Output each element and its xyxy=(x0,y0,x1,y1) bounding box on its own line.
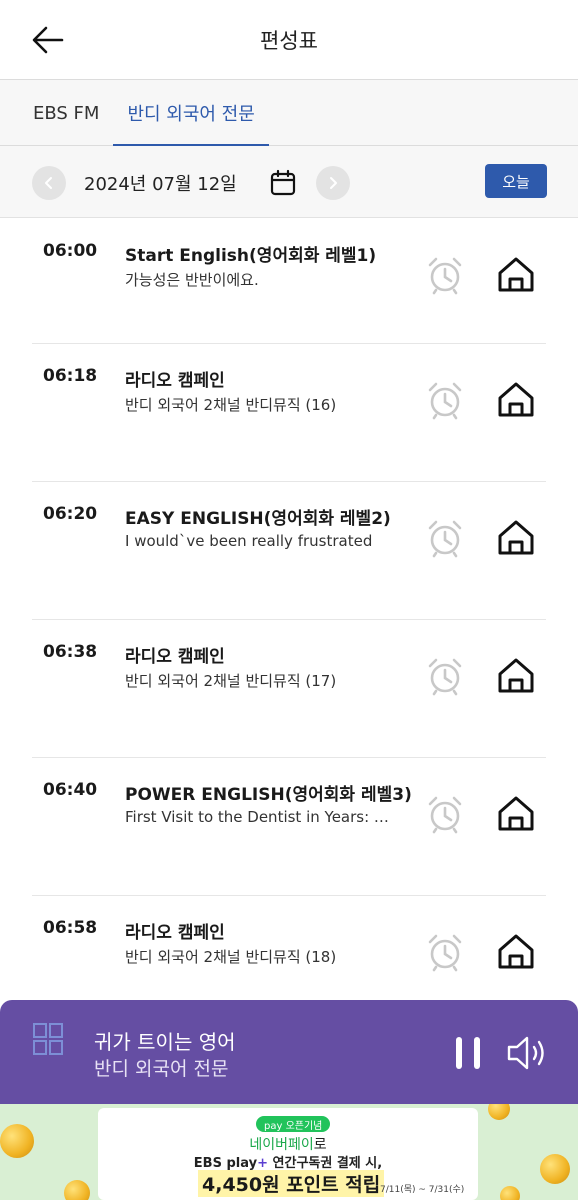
back-button[interactable] xyxy=(28,20,68,60)
next-date-button[interactable] xyxy=(316,166,350,200)
program-home-button[interactable] xyxy=(496,794,536,834)
program-home-button[interactable] xyxy=(496,255,536,295)
home-icon xyxy=(498,382,534,417)
program-schedule-list: 06:00 Start English(영어회화 레벨1) 가능성은 반반이에요… xyxy=(0,219,578,1034)
program-row[interactable]: 06:18 라디오 캠페인 반디 외국어 2채널 반디뮤직 (16) xyxy=(32,344,546,482)
page-title: 편성표 xyxy=(260,28,318,53)
selected-date: 2024년 07월 12일 xyxy=(84,174,237,195)
program-episode: 반디 외국어 2채널 반디뮤직 (18) xyxy=(125,948,337,966)
alarm-button[interactable] xyxy=(425,656,465,696)
channel-logo-icon xyxy=(33,1023,63,1055)
tab-ebs-fm[interactable]: EBS FM xyxy=(19,80,113,146)
naverpay-text: 네이버페이 xyxy=(249,1137,314,1153)
previous-date-button[interactable] xyxy=(32,166,66,200)
program-episode: I would`ve been really frustrated xyxy=(125,532,373,550)
mini-player[interactable]: 귀가 트이는 영어 반디 외국어 전문 xyxy=(0,1000,578,1104)
program-episode: 반디 외국어 2채널 반디뮤직 (16) xyxy=(125,396,337,414)
alarm-clock-icon xyxy=(428,934,462,972)
coin-decoration xyxy=(500,1186,520,1200)
home-icon xyxy=(498,520,534,555)
alarm-clock-icon xyxy=(428,520,462,558)
ad-period: 7/11(목) ~ 7/31(수) xyxy=(380,1185,465,1195)
ad-line-2: EBS play+ 연간구독권 결제 시, xyxy=(98,1152,478,1171)
calendar-icon xyxy=(270,169,296,196)
program-title: 라디오 캠페인 xyxy=(125,923,225,943)
coin-decoration xyxy=(64,1180,90,1200)
program-title: 라디오 캠페인 xyxy=(125,371,225,391)
program-title: Start English(영어회화 레벨1) xyxy=(125,246,377,266)
plus-mark: + xyxy=(257,1156,268,1171)
home-icon xyxy=(498,658,534,693)
ad-banner[interactable]: pay 오픈기념 네이버페이로 EBS play+ 연간구독권 결제 시, 4,… xyxy=(0,1104,578,1200)
program-episode: 반디 외국어 2채널 반디뮤직 (17) xyxy=(125,672,337,690)
chevron-left-icon xyxy=(45,177,52,189)
pause-icon xyxy=(456,1037,480,1069)
ebs-play-brand: EBS play xyxy=(193,1156,258,1171)
alarm-clock-icon xyxy=(428,796,462,834)
alarm-clock-icon xyxy=(428,658,462,696)
program-episode: First Visit to the Dentist in Years: M..… xyxy=(125,808,400,826)
program-row[interactable]: 06:00 Start English(영어회화 레벨1) 가능성은 반반이에요… xyxy=(32,219,546,344)
coin-decoration xyxy=(0,1124,34,1158)
alarm-button[interactable] xyxy=(425,255,465,295)
program-row[interactable]: 06:40 POWER ENGLISH(영어회화 레벨3) First Visi… xyxy=(32,758,546,896)
channel-tabs: EBS FM 반디 외국어 전문 xyxy=(0,80,578,147)
program-episode: 가능성은 반반이에요. xyxy=(125,271,259,289)
home-icon xyxy=(498,257,534,292)
home-icon xyxy=(498,796,534,831)
program-time: 06:00 xyxy=(43,241,98,261)
chevron-right-icon xyxy=(330,177,337,189)
program-row[interactable]: 06:38 라디오 캠페인 반디 외국어 2채널 반디뮤직 (17) xyxy=(32,620,546,758)
today-button[interactable]: 오늘 xyxy=(485,164,547,198)
volume-button[interactable] xyxy=(506,1034,550,1072)
program-time: 06:40 xyxy=(43,780,98,800)
alarm-button[interactable] xyxy=(425,932,465,972)
pause-button[interactable] xyxy=(452,1034,486,1072)
program-title: 라디오 캠페인 xyxy=(125,647,225,667)
tab-bandi-foreign-language[interactable]: 반디 외국어 전문 xyxy=(113,80,270,147)
alarm-clock-icon xyxy=(428,257,462,295)
ad-line-1: 네이버페이로 xyxy=(98,1134,478,1154)
alarm-button[interactable] xyxy=(425,794,465,834)
ad-card: pay 오픈기념 네이버페이로 EBS play+ 연간구독권 결제 시, 4,… xyxy=(98,1108,478,1200)
volume-icon xyxy=(507,1036,544,1070)
npay-badge: pay 오픈기념 xyxy=(256,1116,331,1132)
now-playing-channel: 반디 외국어 전문 xyxy=(94,1058,229,1080)
coin-decoration xyxy=(488,1104,510,1120)
program-time: 06:18 xyxy=(43,366,98,386)
ad-line-1-rest: 로 xyxy=(313,1137,327,1153)
coin-decoration xyxy=(540,1154,570,1184)
home-icon xyxy=(498,934,534,969)
arrow-left-icon xyxy=(32,26,64,54)
program-home-button[interactable] xyxy=(496,380,536,420)
alarm-button[interactable] xyxy=(425,380,465,420)
program-home-button[interactable] xyxy=(496,518,536,558)
program-home-button[interactable] xyxy=(496,932,536,972)
program-row[interactable]: 06:20 EASY ENGLISH(영어회화 레벨2) I would`ve … xyxy=(32,482,546,620)
program-time: 06:20 xyxy=(43,504,98,524)
ad-point-offer: 4,450원 포인트 적립 xyxy=(198,1170,385,1197)
program-time: 06:38 xyxy=(43,642,98,662)
program-time: 06:58 xyxy=(43,918,98,938)
ad-line-2-rest: 연간구독권 결제 시, xyxy=(268,1156,383,1171)
now-playing-title: 귀가 트이는 영어 xyxy=(94,1030,236,1054)
program-home-button[interactable] xyxy=(496,656,536,696)
alarm-button[interactable] xyxy=(425,518,465,558)
alarm-clock-icon xyxy=(428,382,462,420)
program-title: POWER ENGLISH(영어회화 레벨3) xyxy=(125,785,412,805)
program-title: EASY ENGLISH(영어회화 레벨2) xyxy=(125,509,391,529)
top-app-bar: 편성표 xyxy=(0,0,578,80)
calendar-button[interactable] xyxy=(268,168,298,198)
